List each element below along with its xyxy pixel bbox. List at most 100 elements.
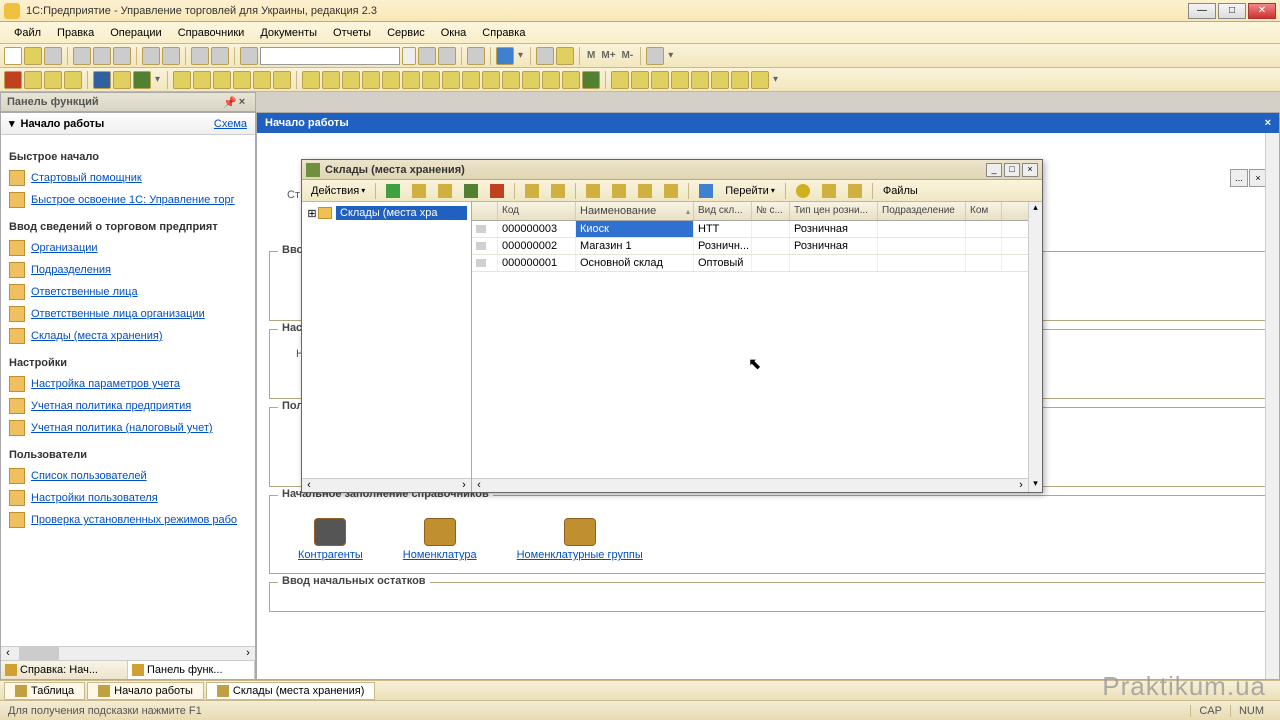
sidebar-item[interactable]: Стартовый помощник (5, 167, 251, 189)
help-icon[interactable] (791, 182, 815, 200)
col-type[interactable]: Вид скл... (694, 202, 752, 220)
tb2-icon[interactable] (422, 71, 440, 89)
input-ellipsis-button[interactable]: ... (1230, 169, 1248, 187)
tb2-dropdown[interactable]: ▾ (771, 74, 780, 85)
mem-mminus[interactable]: M- (620, 50, 636, 61)
tb2-icon[interactable] (93, 71, 111, 89)
info-dropdown[interactable]: ▾ (516, 50, 525, 61)
open-icon[interactable] (24, 47, 42, 65)
tb2-icon[interactable] (342, 71, 360, 89)
grid-hscroll[interactable]: ‹› (472, 478, 1028, 492)
tb2-icon[interactable] (24, 71, 42, 89)
wrench-icon[interactable] (646, 47, 664, 65)
find-prev-icon[interactable] (438, 47, 456, 65)
info-icon[interactable] (496, 47, 514, 65)
grid-row[interactable]: 000000003 Киоск НТТ Розничная (472, 221, 1028, 238)
tb2-icon[interactable] (631, 71, 649, 89)
menu-reports[interactable]: Отчеты (325, 25, 379, 41)
undo-icon[interactable] (191, 47, 209, 65)
tb2-icon[interactable] (64, 71, 82, 89)
pin-icon[interactable]: 📌 (223, 96, 235, 108)
inner-window-titlebar[interactable]: Склады (места хранения) _ □ × (302, 160, 1042, 180)
add-group-icon[interactable] (407, 182, 431, 200)
copy-icon[interactable] (433, 182, 457, 200)
refresh-icon[interactable] (694, 182, 718, 200)
add-icon[interactable] (381, 182, 405, 200)
panel-close-icon[interactable]: × (235, 96, 249, 108)
tb2-icon[interactable] (253, 71, 271, 89)
sidebar-item[interactable]: Список пользователей (5, 465, 251, 487)
edit-icon[interactable] (459, 182, 483, 200)
tb2-icon[interactable] (462, 71, 480, 89)
sidebar-hscroll[interactable]: ‹› (1, 646, 255, 660)
grid-row[interactable]: 000000002 Магазин 1 Розничн... Розничная (472, 238, 1028, 255)
save-icon[interactable] (44, 47, 62, 65)
copy-icon[interactable] (93, 47, 111, 65)
tb2-icon[interactable] (651, 71, 669, 89)
menu-help[interactable]: Справка (474, 25, 533, 41)
tb2-icon[interactable] (213, 71, 231, 89)
filter-icon[interactable] (581, 182, 605, 200)
tb2-icon[interactable] (691, 71, 709, 89)
sidebar-tab-funcpanel[interactable]: Панель функ... (128, 661, 255, 679)
mdi-tab-close-icon[interactable]: × (1265, 117, 1271, 129)
tree-icon[interactable] (520, 182, 544, 200)
menu-documents[interactable]: Документы (252, 25, 325, 41)
grid-vscroll[interactable]: ▴▾ (1028, 202, 1042, 492)
tb2-icon[interactable] (322, 71, 340, 89)
taskbar-item[interactable]: Начало работы (87, 682, 204, 700)
tb2-dropdown[interactable]: ▾ (153, 74, 162, 85)
calc-icon[interactable] (536, 47, 554, 65)
tb2-icon[interactable] (113, 71, 131, 89)
wrench-dropdown[interactable]: ▾ (666, 50, 675, 61)
find-next-icon[interactable] (418, 47, 436, 65)
col-seq[interactable]: № с... (752, 202, 790, 220)
tree-hscroll[interactable]: ‹› (302, 478, 471, 492)
col-com[interactable]: Ком (966, 202, 1002, 220)
tb2-icon[interactable] (133, 71, 151, 89)
menu-file[interactable]: Файл (6, 25, 49, 41)
tb2-icon[interactable] (671, 71, 689, 89)
taskbar-item[interactable]: Таблица (4, 682, 85, 700)
tb2-icon[interactable] (731, 71, 749, 89)
tb2-icon[interactable] (751, 71, 769, 89)
clone-icon[interactable] (467, 47, 485, 65)
col-code[interactable]: Код (498, 202, 576, 220)
tb2-icon[interactable] (611, 71, 629, 89)
print-icon[interactable] (142, 47, 160, 65)
tile-nomenclature[interactable]: Номенклатура (403, 518, 477, 561)
filter3-icon[interactable] (633, 182, 657, 200)
inner-minimize-button[interactable]: _ (986, 163, 1002, 177)
mem-m[interactable]: M (585, 50, 597, 61)
goto-button[interactable]: Перейти▾ (720, 182, 780, 200)
tb2-icon[interactable] (4, 71, 22, 89)
tb2-icon[interactable] (193, 71, 211, 89)
cut-icon[interactable] (73, 47, 91, 65)
tb2-icon[interactable] (233, 71, 251, 89)
tb2-icon[interactable] (502, 71, 520, 89)
mdi-tab[interactable]: Начало работы × (257, 113, 1279, 133)
col-marker[interactable] (472, 202, 498, 220)
tb2-icon[interactable] (402, 71, 420, 89)
paste-icon[interactable] (113, 47, 131, 65)
mem-mplus[interactable]: M+ (599, 50, 617, 61)
tb2-icon[interactable] (582, 71, 600, 89)
search-icon[interactable] (240, 47, 258, 65)
tb2-icon[interactable] (442, 71, 460, 89)
tb2-icon[interactable] (173, 71, 191, 89)
mdi-vscroll[interactable] (1265, 133, 1279, 679)
tb2-icon[interactable] (302, 71, 320, 89)
menu-windows[interactable]: Окна (433, 25, 475, 41)
tb2-icon[interactable] (273, 71, 291, 89)
redo-icon[interactable] (211, 47, 229, 65)
filter2-icon[interactable] (607, 182, 631, 200)
menu-edit[interactable]: Правка (49, 25, 102, 41)
funnel-icon[interactable] (659, 182, 683, 200)
minimize-button[interactable]: — (1188, 3, 1216, 19)
col-name[interactable]: Наименование▴ (576, 202, 694, 220)
calendar-icon[interactable] (556, 47, 574, 65)
sidebar-header[interactable]: ▾ Начало работы Схема (1, 113, 255, 135)
col-dept[interactable]: Подразделение (878, 202, 966, 220)
list2-icon[interactable] (843, 182, 867, 200)
close-button[interactable]: ✕ (1248, 3, 1276, 19)
